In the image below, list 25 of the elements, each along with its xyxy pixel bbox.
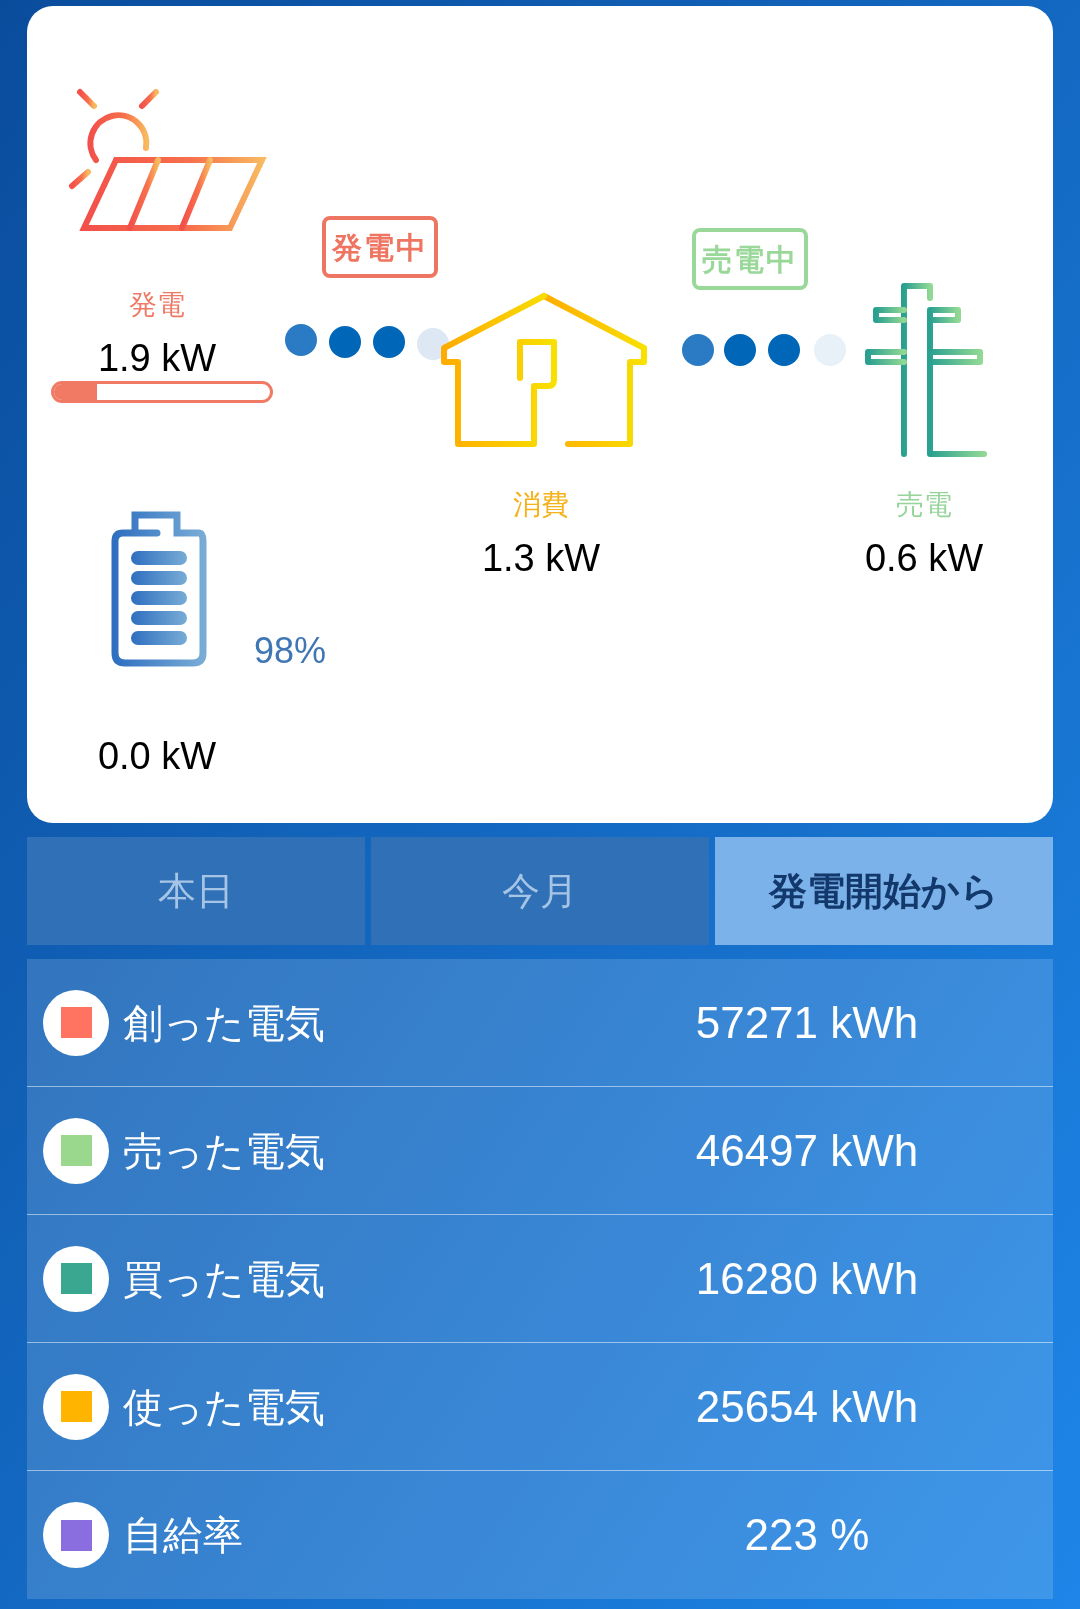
generating-badge: 発電中 [322, 216, 438, 278]
battery-value: 0.0 kW [96, 734, 218, 779]
period-tab[interactable]: 発電開始から [715, 837, 1053, 945]
total-value: 57271 kWh [694, 996, 920, 1049]
selling-value: 0.6 kW [863, 536, 985, 581]
total-value: 46497 kWh [694, 1124, 920, 1177]
battery-icon [111, 511, 207, 667]
total-label: 売った電気 [123, 1127, 326, 1175]
total-value: 223 % [743, 1509, 871, 1561]
total-label: 自給率 [123, 1512, 244, 1559]
total-value: 25654 kWh [694, 1380, 920, 1433]
house-plug-icon [438, 292, 650, 450]
total-label: 買った電気 [123, 1255, 326, 1303]
generation-value: 1.9 kW [96, 336, 218, 381]
consumption-label: 消費 [512, 488, 570, 522]
generation-label: 発電 [128, 288, 186, 322]
consumption-value: 1.3 kW [480, 536, 602, 581]
total-value: 16280 kWh [694, 1252, 920, 1305]
total-label: 創った電気 [123, 999, 326, 1047]
battery-percent: 98% [254, 629, 327, 673]
period-tab[interactable]: 本日 [27, 837, 365, 945]
total-label: 使った電気 [123, 1383, 326, 1431]
period-tab[interactable]: 今月 [371, 837, 709, 945]
selling-label: 売電 [895, 488, 953, 522]
selling-badge: 売電中 [692, 228, 808, 290]
